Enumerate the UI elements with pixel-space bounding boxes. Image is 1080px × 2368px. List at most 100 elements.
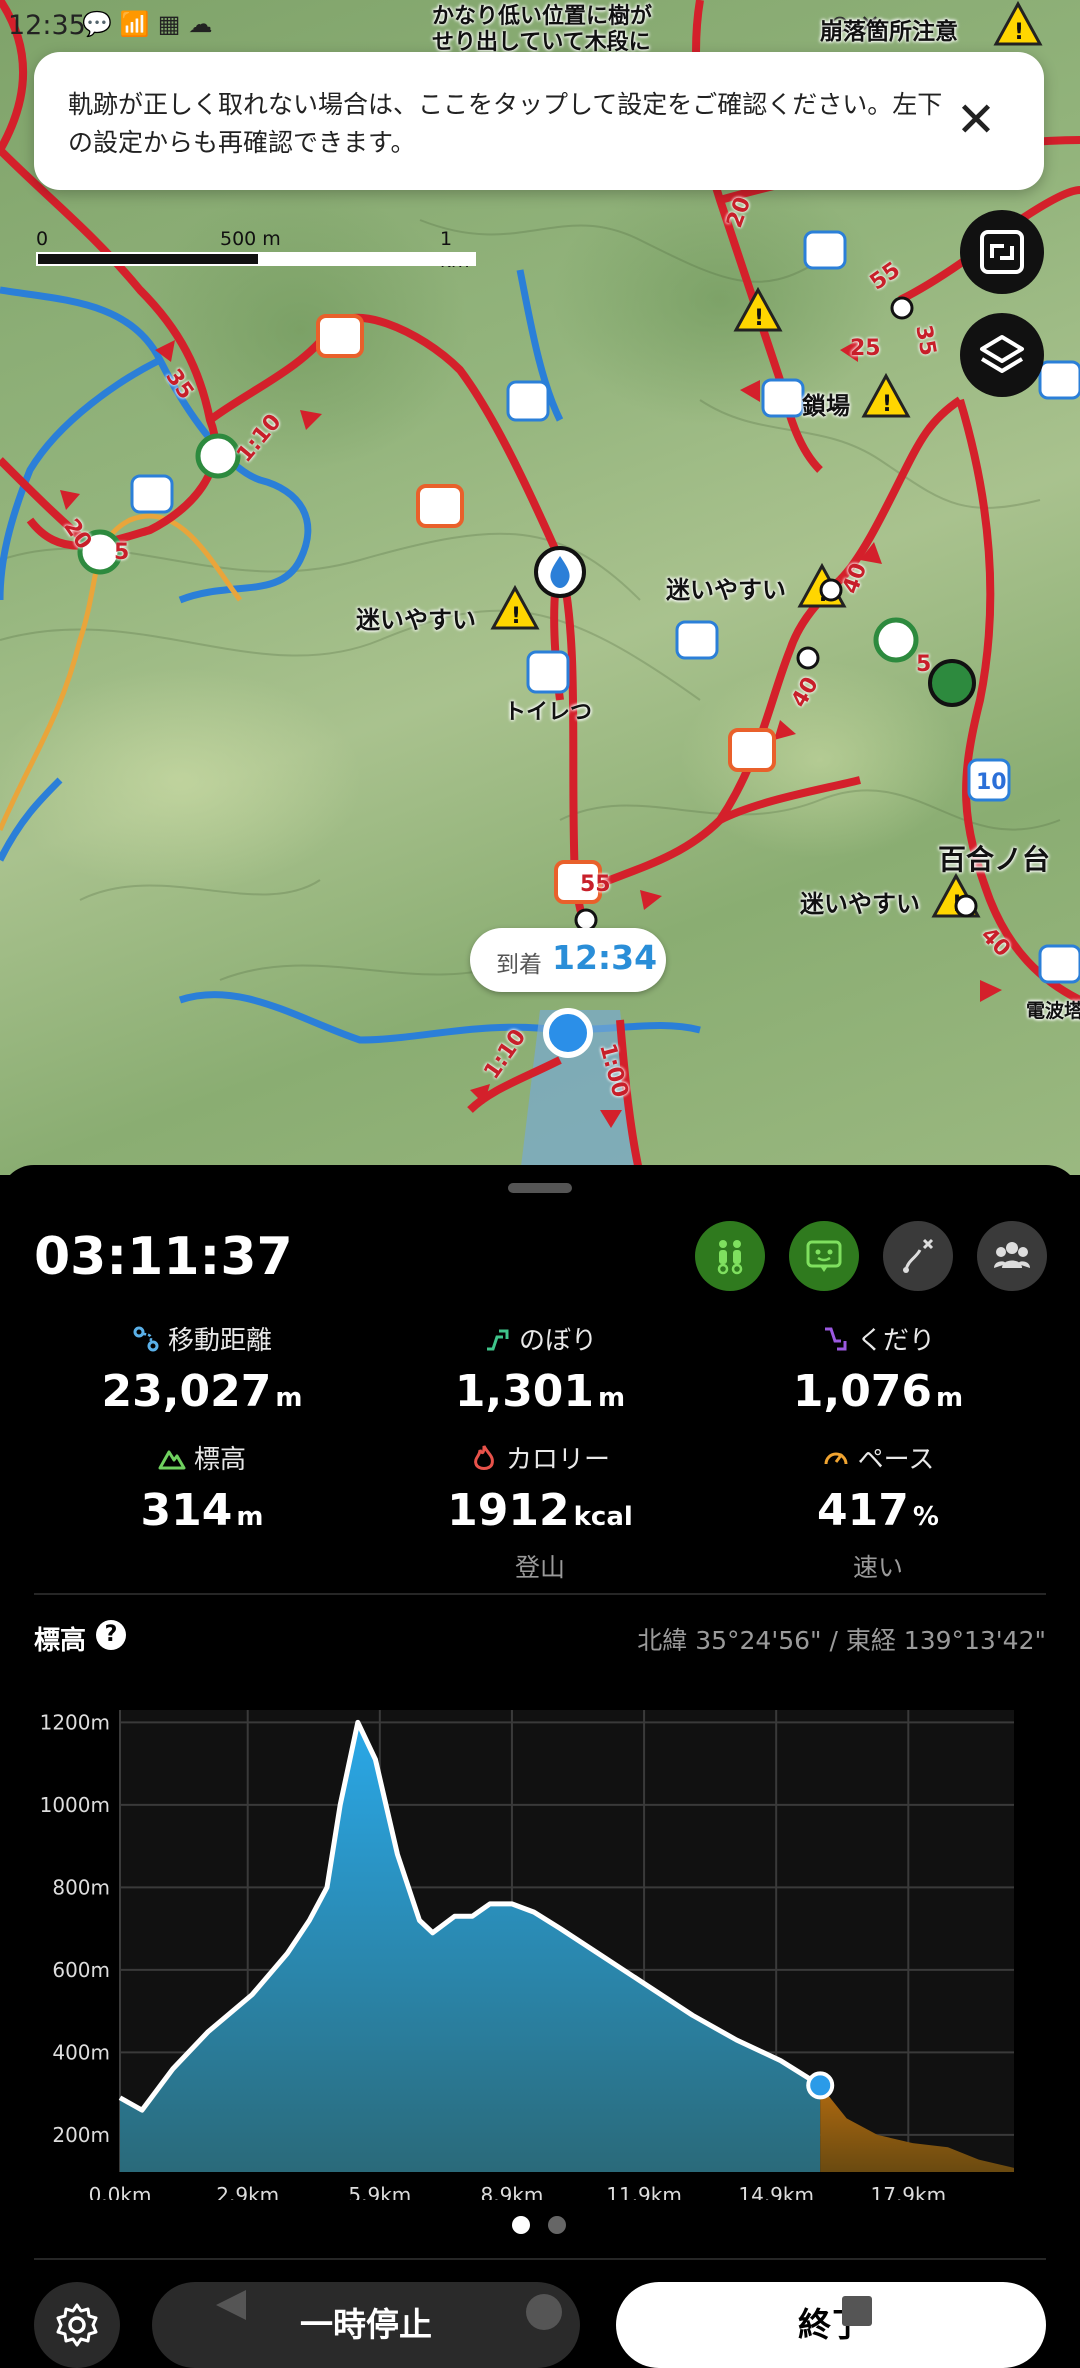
group-button[interactable]	[977, 1221, 1047, 1291]
y-tick-label: 600m	[52, 1958, 110, 1982]
scale-mid: 500 m	[220, 228, 281, 250]
stat-unit: m	[598, 1383, 626, 1413]
map-label-toilet: トイレつ	[504, 700, 593, 725]
x-tick-label: 8.9km	[481, 2183, 544, 2200]
banner-text[interactable]: 軌跡が正しく取れない場合は、ここをタップして設定をご確認ください。左下の設定から…	[68, 86, 948, 162]
status-icons: 💬📶▦☁	[82, 10, 220, 38]
arrival-label: 到着	[496, 952, 542, 978]
recents-icon[interactable]	[842, 2296, 872, 2326]
app-icon: ▦	[157, 10, 189, 38]
elapsed-timer: 03:11:37	[34, 1227, 293, 1287]
stat-label: 標高	[193, 1445, 246, 1475]
stat-distance: 移動距離 23,027 m	[32, 1320, 372, 1417]
map-label-radio: 電波塔	[1026, 1000, 1080, 1022]
stat-calories: カロリー 1912 kcal 登山	[370, 1439, 710, 1584]
stat-pace: ペース 417% 速い	[708, 1439, 1048, 1584]
activity-panel: 03:11:37 移動距離 23,027 m のぼり 1,301 m くだり 1…	[0, 1165, 1080, 2368]
arrival-bubble: 到着 12:34	[470, 928, 666, 992]
map-label-lost-3: 迷いやすい	[800, 890, 920, 918]
chat-icon: 💬	[82, 10, 120, 38]
back-icon[interactable]	[216, 2290, 246, 2320]
map-label-top-warning: かなり低い位置に樹が せり出していて木段に	[432, 4, 653, 55]
stat-value: 1,076	[792, 1366, 933, 1417]
status-time: 12:35	[8, 10, 86, 41]
stat-label: カロリー	[505, 1445, 610, 1475]
flame-icon	[474, 1445, 494, 1470]
route-number: 10	[976, 770, 1007, 795]
stat-label: くだり	[856, 1326, 935, 1356]
y-tick-label: 200m	[52, 2123, 110, 2147]
mountain-icon	[158, 1450, 186, 1470]
stat-value: 1,301	[454, 1366, 595, 1417]
map-label-lost-1: 迷いやすい	[356, 606, 476, 634]
stat-unit: m	[236, 1502, 264, 1532]
map-label-yuri: 百合ノ台	[938, 843, 1051, 876]
stat-sub: 速い	[852, 1553, 903, 1582]
map-label-lost-2: 迷いやすい	[666, 576, 786, 604]
map-view[interactable]: ! ! ! ! ! !	[0, 0, 1080, 1175]
fullscreen-icon	[980, 230, 1024, 274]
stat-unit: m	[275, 1383, 303, 1413]
group-icon	[994, 1242, 1030, 1268]
map-label-chain: 鎖場	[802, 392, 850, 420]
hikers-button[interactable]	[695, 1221, 765, 1291]
layers-button[interactable]	[960, 313, 1044, 397]
y-tick-label: 800m	[52, 1875, 110, 1899]
stat-descent: くだり 1,076 m	[708, 1320, 1048, 1417]
fullscreen-button[interactable]	[960, 210, 1044, 294]
route-number: 35	[910, 323, 941, 358]
elevation-chart: 200m 400m 600m 800m 1000m 1200m 0.0km 2.9km 5.9k…	[40, 1710, 1014, 2200]
route-icon	[903, 1238, 934, 1273]
page-dot-active[interactable]	[512, 2216, 530, 2234]
route-number: 25	[850, 336, 881, 361]
stat-value: 23,027	[101, 1366, 272, 1417]
layers-icon	[980, 335, 1024, 373]
divider	[34, 1593, 1046, 1595]
route-button[interactable]	[883, 1221, 953, 1291]
x-tick-label: 14.9km	[738, 2183, 814, 2200]
page-dot[interactable]	[548, 2216, 566, 2234]
arrival-time: 12:34	[552, 938, 658, 977]
device-button[interactable]	[789, 1221, 859, 1291]
descent-icon	[824, 1327, 847, 1351]
stat-label: 移動距離	[167, 1326, 272, 1356]
stat-unit: %	[912, 1502, 939, 1532]
map-scale: 0 500 m 1 km	[36, 228, 476, 272]
coordinates: 北緯 35°24'56" / 東経 139°13'42"	[637, 1626, 1046, 1655]
signal-icon: 📶	[119, 10, 158, 38]
tracking-banner[interactable]: 軌跡が正しく取れない場合は、ここをタップして設定をご確認ください。左下の設定から…	[34, 52, 1044, 190]
stat-altitude: 標高 314 m	[32, 1439, 372, 1536]
close-icon[interactable]: ✕	[946, 90, 1006, 150]
x-tick-label: 2.9km	[216, 2183, 279, 2200]
stat-ascent: のぼり 1,301 m	[370, 1320, 710, 1417]
elevation-title: 標高	[34, 1626, 87, 1656]
x-tick-label: 11.9km	[606, 2183, 682, 2200]
ascent-icon	[486, 1329, 509, 1351]
weather-icon: ☁	[188, 10, 221, 38]
device-icon	[806, 1240, 842, 1272]
svg-text:!: !	[882, 392, 892, 417]
stat-value: 417	[817, 1485, 909, 1536]
svg-text:!: !	[511, 604, 521, 629]
system-nav-bar	[216, 2290, 872, 2330]
svg-text:!: !	[754, 306, 764, 331]
hikers-icon	[717, 1240, 743, 1275]
x-tick-label: 17.9km	[871, 2183, 947, 2200]
stat-sub: 登山	[514, 1553, 565, 1582]
speedometer-icon	[824, 1452, 848, 1465]
route-number: 5	[114, 540, 130, 565]
drag-handle[interactable]	[508, 1183, 572, 1193]
home-icon[interactable]	[526, 2294, 562, 2330]
divider	[34, 2258, 1046, 2260]
stat-label: のぼり	[518, 1326, 597, 1356]
help-icon[interactable]: ?	[96, 1620, 126, 1650]
x-tick-label: 0.0km	[89, 2183, 152, 2200]
distance-icon	[133, 1326, 159, 1352]
scale-start: 0	[36, 228, 49, 250]
map-label-top-right: 崩落箇所注意	[820, 19, 958, 45]
y-tick-label: 1000m	[40, 1793, 110, 1817]
scale-bar	[36, 252, 476, 266]
route-number: 55	[580, 872, 611, 897]
stat-unit: m	[936, 1383, 964, 1413]
stat-value: 1912	[447, 1485, 570, 1536]
